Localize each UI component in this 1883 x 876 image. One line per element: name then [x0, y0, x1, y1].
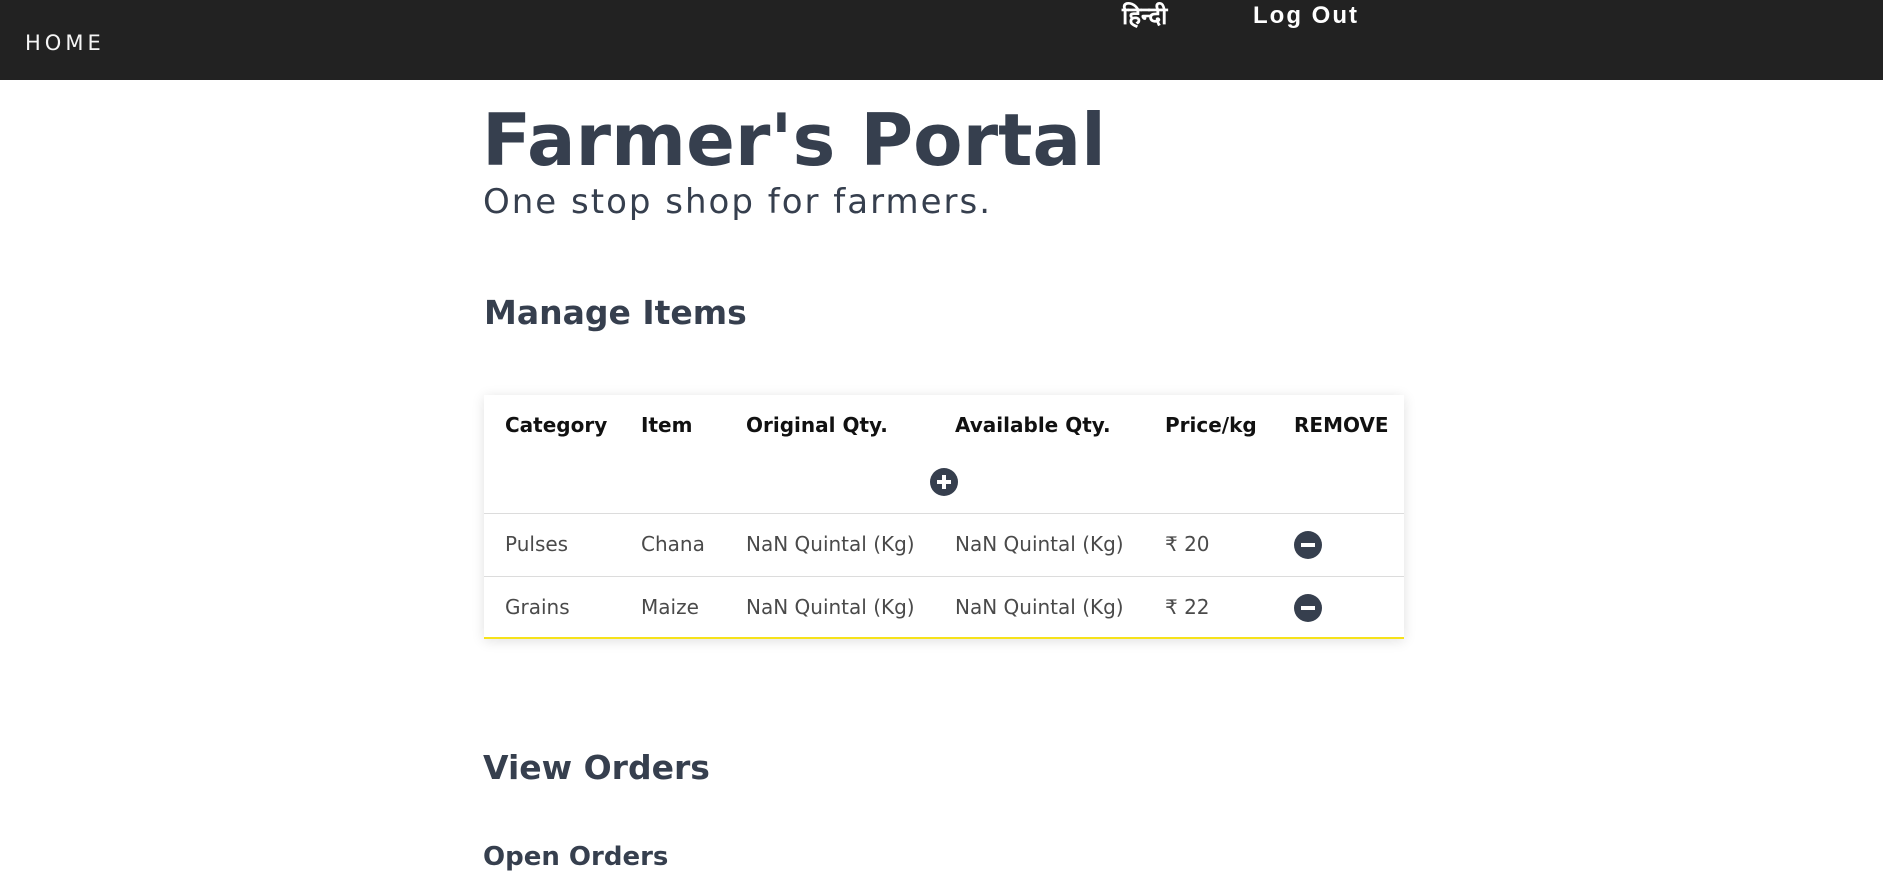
cell-original-qty: NaN Quintal (Kg)	[746, 532, 915, 556]
manage-items-heading: Manage Items	[484, 293, 747, 332]
page-title: Farmer's Portal	[482, 98, 1106, 182]
cell-item: Maize	[641, 595, 699, 619]
cell-original-qty: NaN Quintal (Kg)	[746, 595, 915, 619]
column-header-item: Item	[641, 413, 693, 437]
remove-item-icon[interactable]	[1294, 531, 1322, 559]
cell-item: Chana	[641, 532, 705, 556]
cell-available-qty: NaN Quintal (Kg)	[955, 532, 1124, 556]
cell-category: Grains	[505, 595, 570, 619]
top-navbar: HOME हिन्दी Log Out	[0, 0, 1883, 80]
open-orders-heading: Open Orders	[483, 842, 669, 872]
column-header-available-qty: Available Qty.	[955, 413, 1111, 437]
nav-language-link[interactable]: हिन्दी	[1122, 2, 1167, 30]
add-item-icon[interactable]	[930, 468, 958, 496]
cell-price: ₹ 20	[1165, 532, 1210, 556]
table-row: Grains Maize NaN Quintal (Kg) NaN Quinta…	[484, 576, 1404, 639]
cell-available-qty: NaN Quintal (Kg)	[955, 595, 1124, 619]
column-header-original-qty: Original Qty.	[746, 413, 888, 437]
table-row: Pulses Chana NaN Quintal (Kg) NaN Quinta…	[484, 513, 1404, 576]
nav-logout-link[interactable]: Log Out	[1253, 2, 1359, 30]
remove-item-icon[interactable]	[1294, 594, 1322, 622]
page-subtitle: One stop shop for farmers.	[483, 182, 993, 222]
column-header-remove: REMOVE	[1294, 413, 1389, 437]
column-header-category: Category	[505, 413, 608, 437]
view-orders-heading: View Orders	[483, 748, 710, 787]
cell-category: Pulses	[505, 532, 569, 556]
column-header-price: Price/kg	[1165, 413, 1257, 437]
nav-home-link[interactable]: HOME	[25, 31, 105, 55]
manage-items-table: Category Item Original Qty. Available Qt…	[484, 395, 1404, 639]
cell-price: ₹ 22	[1165, 595, 1210, 619]
